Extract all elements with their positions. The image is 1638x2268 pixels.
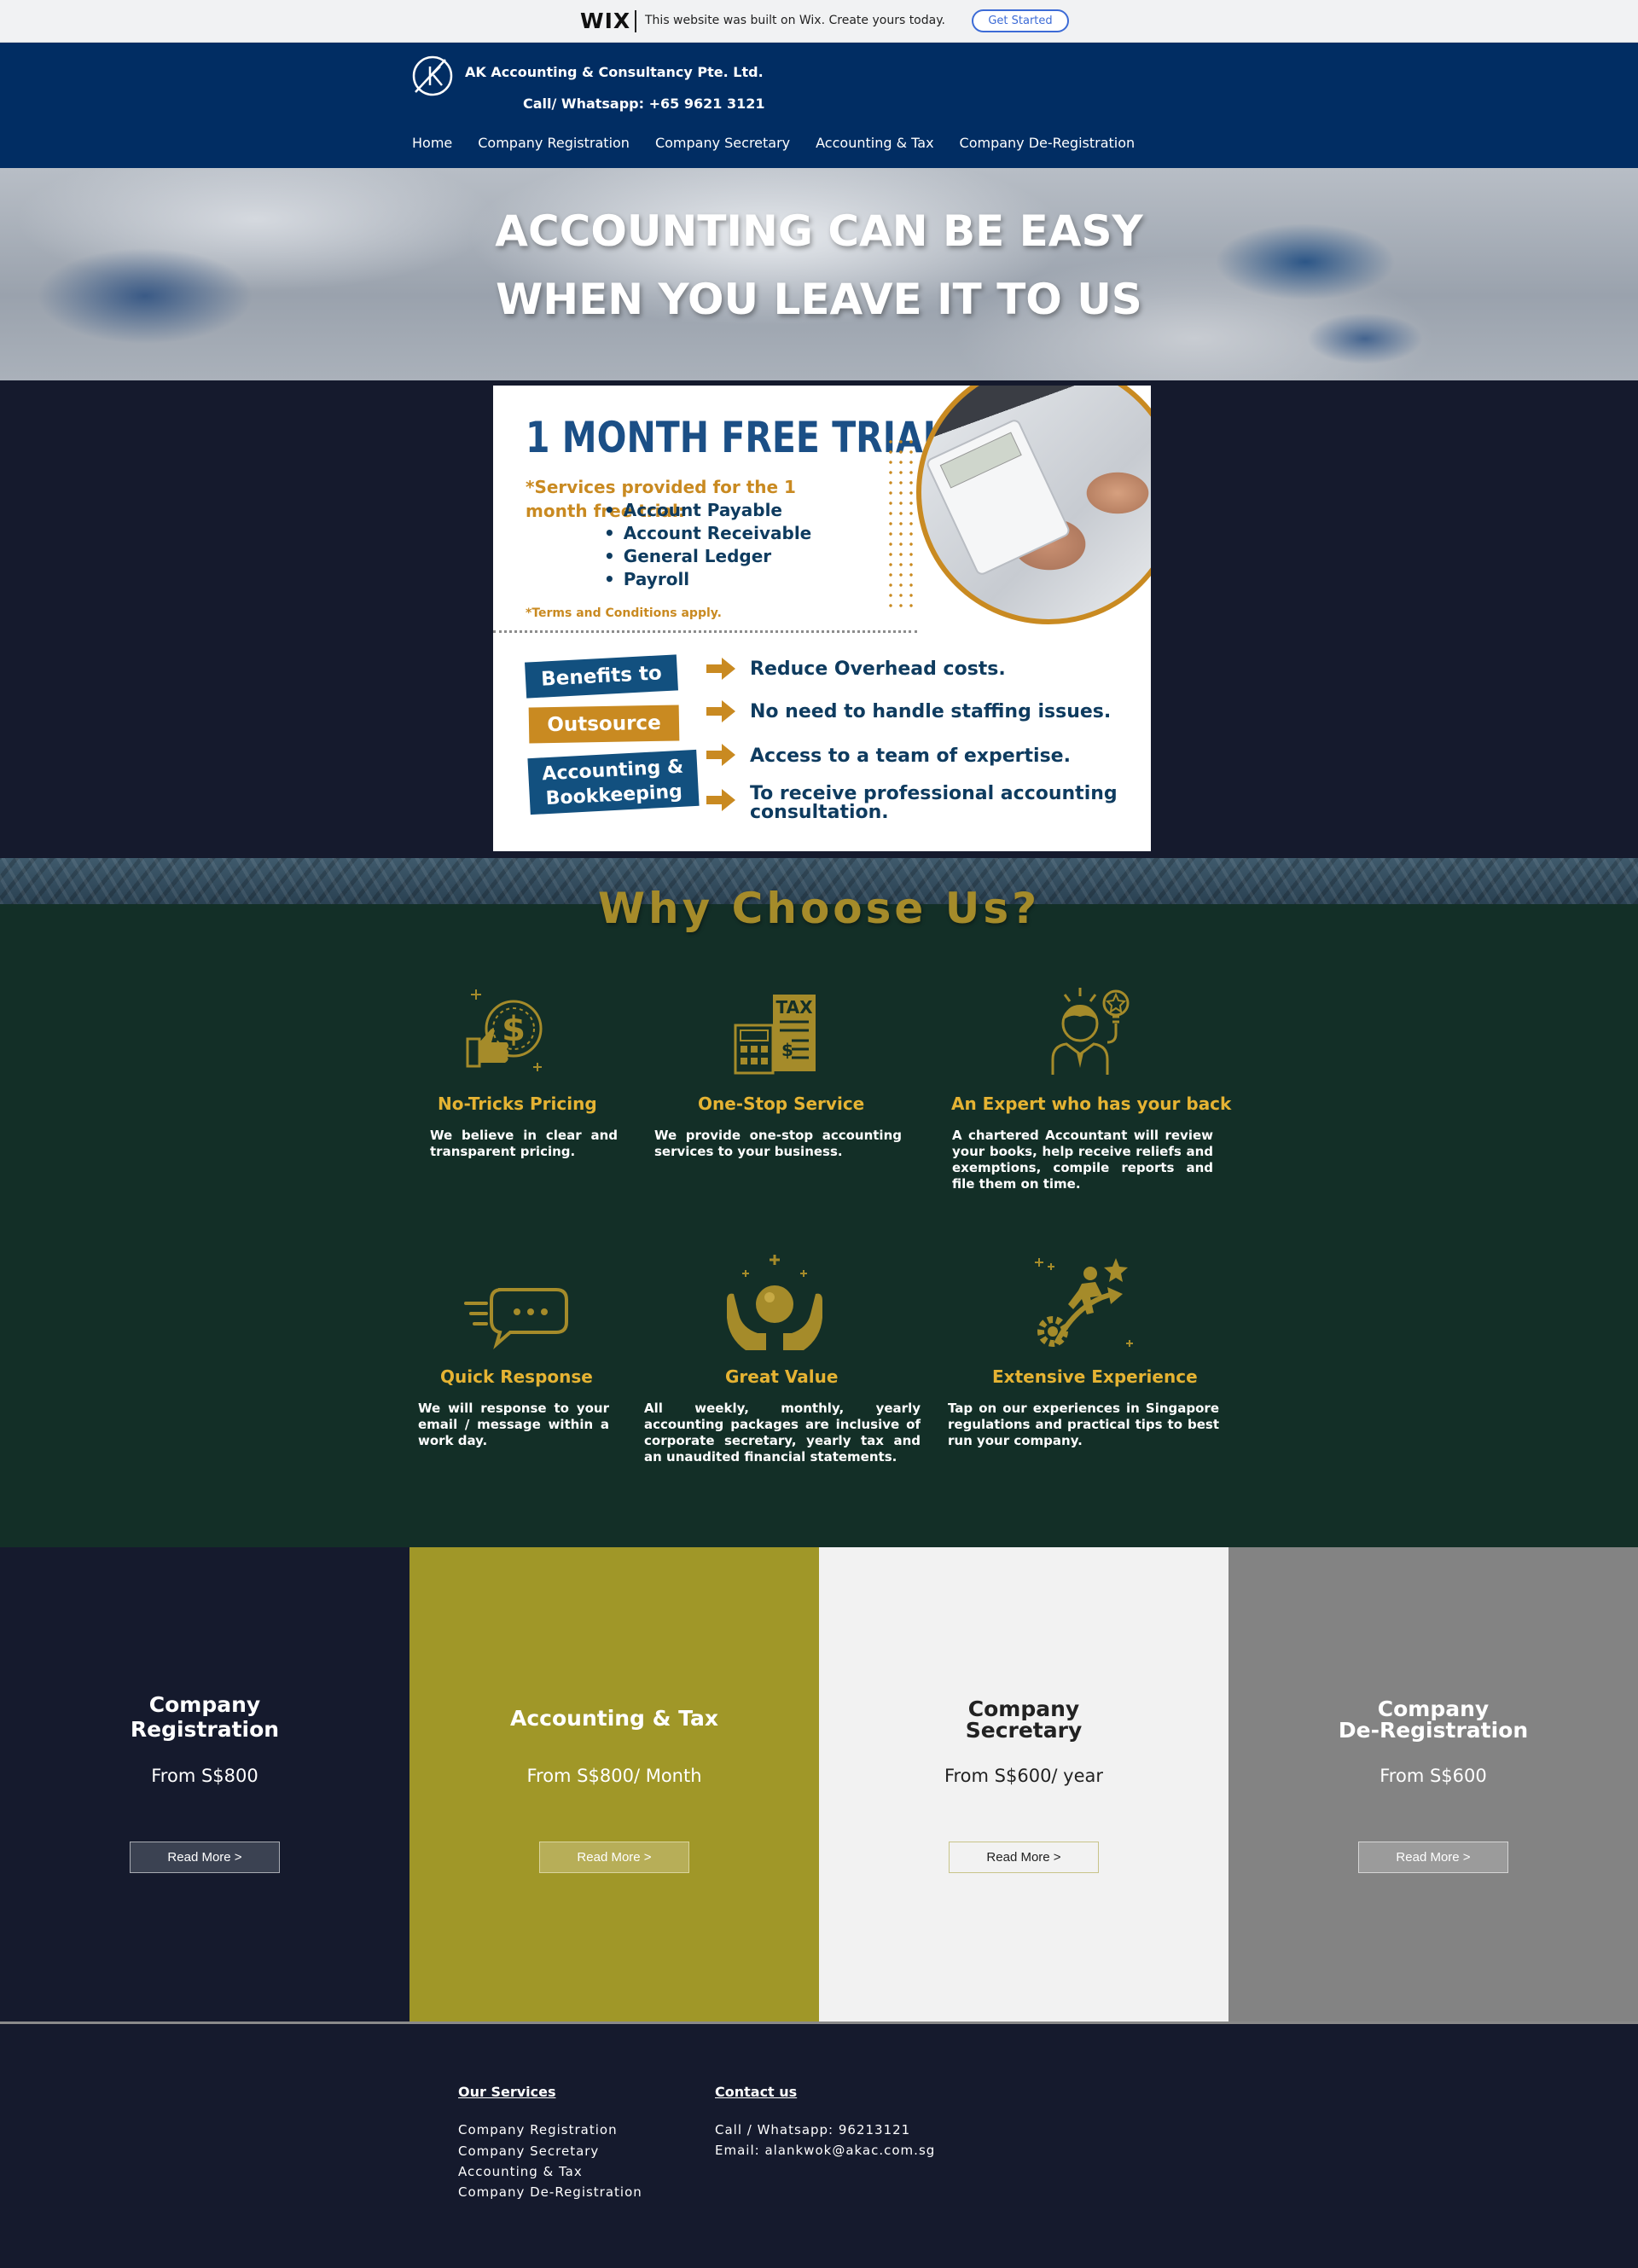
svg-text:$: $ [781,1040,793,1060]
feature-desc: We provide one-stop accounting services … [654,1128,902,1159]
pricing-card-company-registration: Company Registration From S$800 Read Mor… [0,1547,410,2021]
list-item: General Ledger [604,545,811,568]
feature-desc: A chartered Accountant will review your … [952,1128,1213,1192]
feature-desc: Tap on our experiences in Singapore regu… [948,1401,1219,1448]
read-more-button[interactable]: Read More > [130,1842,280,1873]
read-more-button[interactable]: Read More > [539,1842,689,1873]
benefit-item: Reduce Overhead costs. [750,658,1006,680]
benefit-item: To receive professional accounting consu… [750,783,1118,823]
benefit-item: Access to a team of expertise. [750,745,1071,767]
feature-title: Extensive Experience [992,1366,1198,1387]
pricing-title-line: Secretary [965,1718,1083,1743]
chat-icon [464,1288,568,1349]
pricing-title-line: De-Registration [1338,1718,1529,1743]
footer-link[interactable]: Company Registration [458,2122,618,2137]
header-phone: Call/ Whatsapp: +65 9621 3121 [523,96,765,112]
nav-home[interactable]: Home [412,135,452,151]
calculator-photo [916,386,1151,624]
site-footer: Our Services Company Registration Compan… [0,2024,1638,2268]
pricing-title: Company Secretary [819,1698,1228,1741]
feature-title: Great Value [725,1366,839,1387]
experience-icon [1035,1258,1133,1347]
wix-banner-text: This website was built on Wix. Create yo… [645,14,945,27]
expert-icon [1051,988,1130,1075]
list-item: Payroll [604,568,811,591]
site-header: AK Accounting & Consultancy Pte. Ltd. Ca… [0,43,1638,168]
feature-title: No-Tricks Pricing [438,1093,597,1114]
wix-logo[interactable]: WIX [580,9,630,33]
wix-banner: WIX This website was built on Wix. Creat… [0,0,1638,43]
pricing-title-line: Company [1377,1697,1490,1721]
pricing-icon: $ [466,989,543,1071]
read-more-button[interactable]: Read More > [949,1842,1099,1873]
divider [635,10,636,32]
hero-banner: ACCOUNTING CAN BE EASY WHEN YOU LEAVE IT… [0,168,1638,380]
dot-pattern [886,437,920,607]
feature-title: An Expert who has your back [951,1093,1232,1114]
tax-icon: TAX $ [734,995,816,1075]
svg-text:TAX: TAX [776,997,814,1018]
company-logo-icon[interactable] [411,55,454,97]
nav-accounting-tax[interactable]: Accounting & Tax [816,135,933,151]
feature-title: One-Stop Service [698,1093,865,1114]
hero-title-line-2: WHEN YOU LEAVE IT TO US [496,275,1142,324]
promo-terms: *Terms and Conditions apply. [526,606,722,620]
pricing-title: Company De-Registration [1228,1698,1638,1741]
pricing-price: From S$600/ year [944,1766,1104,1786]
list-item: Account Receivable [604,522,811,545]
footer-phone: Call / Whatsapp: 96213121 [715,2122,911,2137]
pricing-title: Company Registration [0,1692,410,1742]
company-name: AK Accounting & Consultancy Pte. Ltd. [465,64,764,80]
pricing-card-company-deregistration: Company De-Registration From S$600 Read … [1228,1547,1638,2021]
footer-link[interactable]: Company Secretary [458,2143,599,2159]
footer-email[interactable]: Email: alankwok@akac.com.sg [715,2143,935,2158]
nav-company-registration[interactable]: Company Registration [478,135,630,151]
nav-company-secretary[interactable]: Company Secretary [655,135,790,151]
feature-desc: We will response to your email / message… [418,1401,609,1448]
footer-services-heading: Our Services [458,2084,556,2100]
badge-accounting: Accounting & Bookkeeping [527,749,700,815]
pricing-price: From S$600 [1380,1766,1487,1786]
dotted-divider [493,630,917,633]
get-started-button[interactable]: Get Started [972,9,1069,32]
pricing-card-accounting-tax: Accounting & Tax From S$800/ Month Read … [410,1547,819,2021]
value-icon [727,1255,822,1350]
pricing-title-line: Registration [130,1717,280,1742]
benefit-item: No need to handle staffing issues. [750,701,1112,722]
feature-desc: We believe in clear and transparent pric… [430,1128,618,1159]
pricing-price: From S$800 [151,1766,258,1786]
pricing-card-company-secretary: Company Secretary From S$600/ year Read … [819,1547,1228,2021]
arrow-right-icon [706,744,735,766]
footer-contact-heading: Contact us [715,2084,798,2100]
pricing-title-line: Company [148,1692,261,1717]
pricing-title: Accounting & Tax [410,1706,819,1731]
badge-benefits: Benefits to [525,654,678,699]
pricing-title-line: Accounting & Tax [509,1706,718,1731]
calculator-icon [924,417,1072,577]
free-trial-promo: 1 MONTH FREE TRIAL ! *Services provided … [493,386,1151,851]
feature-title: Quick Response [440,1366,593,1387]
feature-desc: All weekly, monthly, yearly accounting p… [644,1401,921,1465]
read-more-button[interactable]: Read More > [1358,1842,1508,1873]
list-item: Account Payable [604,499,811,522]
pricing-title-line: Company [967,1697,1080,1721]
pricing-price: From S$800/ Month [526,1766,702,1786]
why-title: Why Choose Us? [597,884,1041,933]
arrow-right-icon [706,700,735,722]
arrow-right-icon [706,789,735,811]
main-nav: Home Company Registration Company Secret… [412,135,1160,151]
promo-services-list: Account Payable Account Receivable Gener… [604,499,811,591]
arrow-right-icon [706,658,735,680]
hero-title-line-1: ACCOUNTING CAN BE EASY [495,206,1143,256]
footer-link[interactable]: Company De-Registration [458,2184,642,2200]
badge-outsource: Outsource [528,705,680,744]
footer-link[interactable]: Accounting & Tax [458,2164,583,2179]
nav-company-deregistration[interactable]: Company De-Registration [960,135,1136,151]
